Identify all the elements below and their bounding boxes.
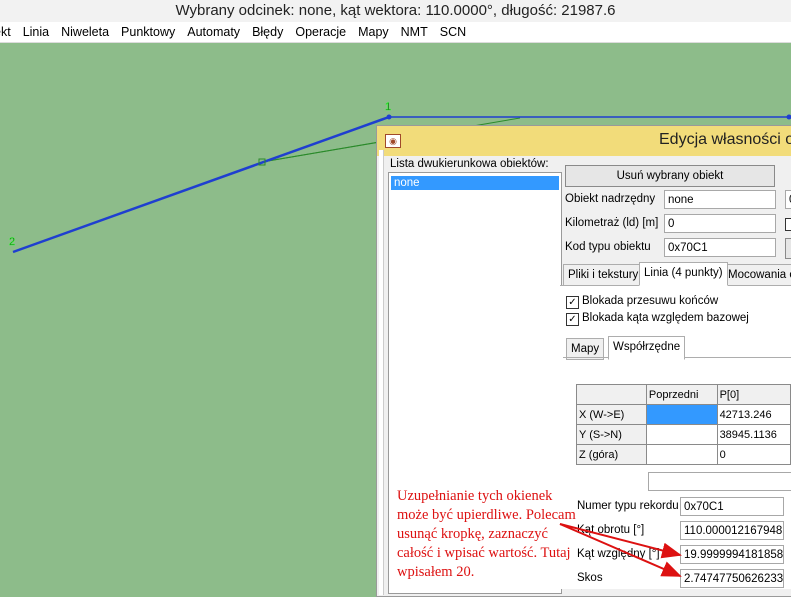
subtab-coordinates[interactable]: Współrzędne	[608, 336, 685, 360]
tab-line-points[interactable]: Linia (4 punkty)	[639, 262, 728, 286]
annotation-arrows	[0, 0, 791, 588]
